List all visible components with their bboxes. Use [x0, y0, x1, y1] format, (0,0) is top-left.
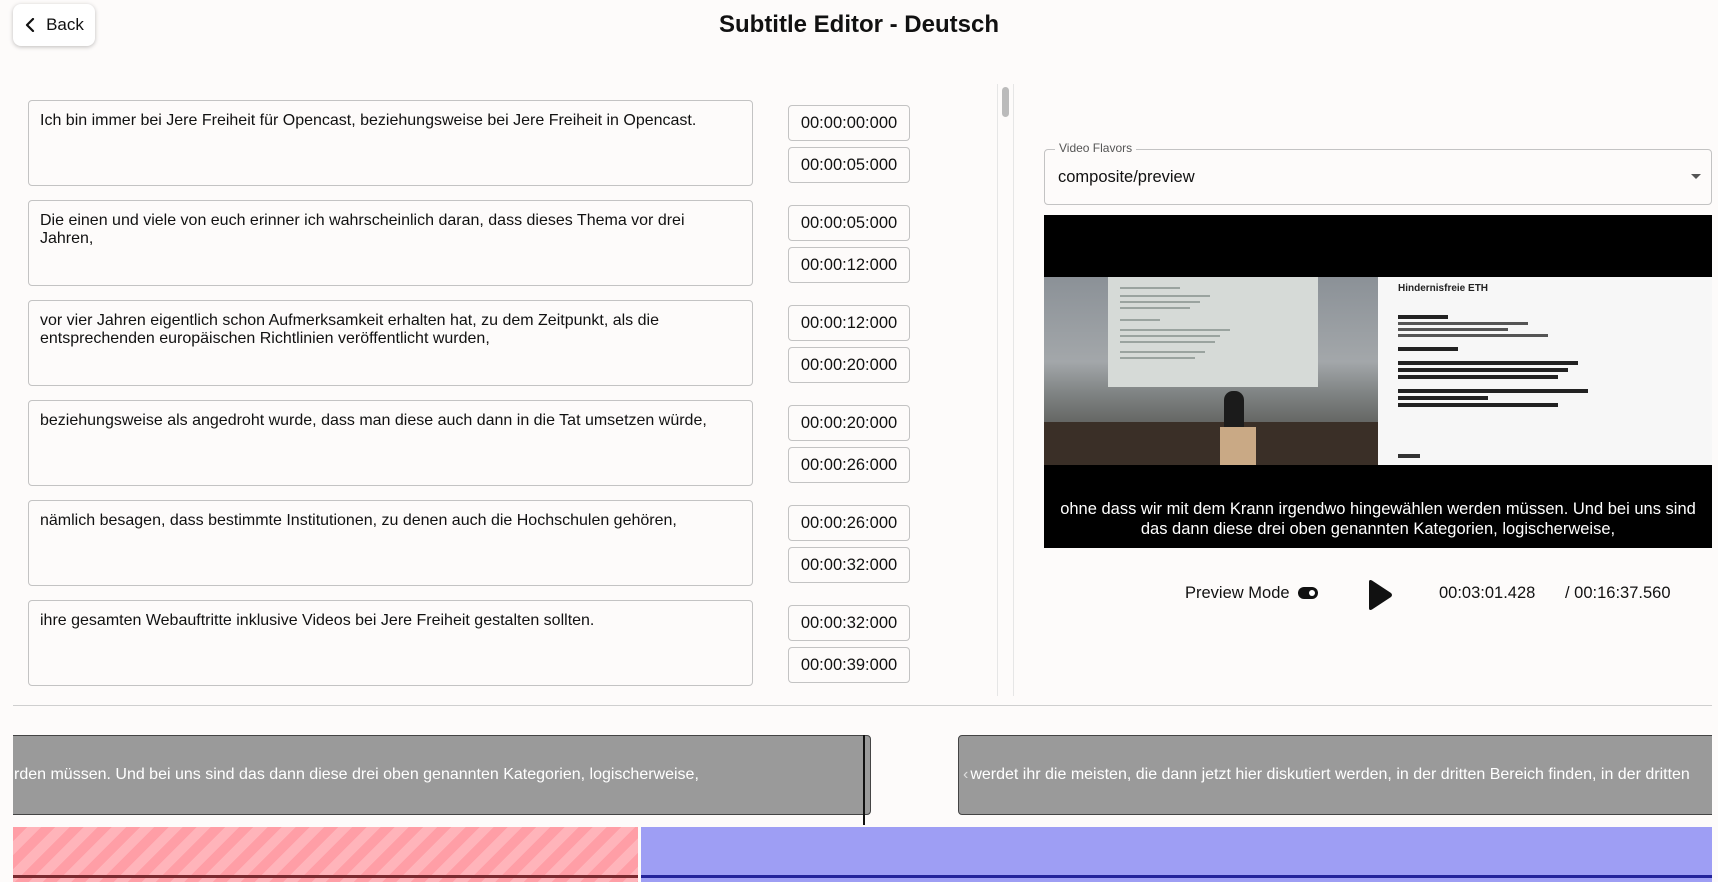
- segment-start-time[interactable]: 00:00:05:000: [788, 205, 910, 241]
- segment-start-time[interactable]: 00:00:00:000: [788, 105, 910, 141]
- timeline-segment-handle-icon[interactable]: ‹: [963, 766, 968, 784]
- segment-text-field[interactable]: nämlich besagen, dass bestimmte Institut…: [28, 500, 753, 586]
- segment-text-field[interactable]: Die einen und viele von euch erinner ich…: [28, 200, 753, 286]
- subtitle-segment: Ich bin immer bei Jere Freiheit für Open…: [28, 100, 910, 188]
- video-flavors-select[interactable]: Video Flavors composite/preview: [1044, 141, 1712, 205]
- dropdown-caret-icon: [1691, 174, 1701, 179]
- playhead[interactable]: [863, 735, 865, 825]
- subtitle-segment: Die einen und viele von euch erinner ich…: [28, 200, 910, 288]
- preview-mode-label: Preview Mode: [1185, 584, 1290, 602]
- segment-text-field[interactable]: Ich bin immer bei Jere Freiheit für Open…: [28, 100, 753, 186]
- video-flavors-label: Video Flavors: [1055, 141, 1137, 155]
- segment-start-time[interactable]: 00:00:12:000: [788, 305, 910, 341]
- video-caption: ohne dass wir mit dem Krann irgendwo hin…: [1060, 500, 1696, 538]
- current-time: 00:03:01.428: [1439, 584, 1536, 602]
- hall-floor: [1044, 422, 1378, 465]
- lecture-hall-image: [1044, 277, 1378, 465]
- section-divider: [13, 705, 1712, 706]
- timeline-segment-text: rden müssen. Und bei uns sind das dann d…: [14, 766, 699, 783]
- play-icon[interactable]: [1364, 578, 1394, 612]
- waveform-left: [13, 827, 638, 882]
- segment-text-field[interactable]: beziehungsweise als angedroht wurde, das…: [28, 400, 753, 486]
- total-time: / 00:16:37.560: [1565, 584, 1671, 602]
- segment-text-field[interactable]: ihre gesamten Webauftritte inklusive Vid…: [28, 600, 753, 686]
- timeline-segment[interactable]: ‹ werdet ihr die meisten, die dann jetzt…: [958, 735, 1712, 815]
- page-title: Subtitle Editor - Deutsch: [718, 11, 999, 38]
- slide-title: Hindernisfreie ETH: [1398, 283, 1489, 294]
- segment-end-time[interactable]: 00:00:12:000: [788, 247, 910, 283]
- podium: [1220, 427, 1256, 465]
- segment-end-time[interactable]: 00:00:05:000: [788, 147, 910, 183]
- scrollbar-thumb[interactable]: [1002, 87, 1009, 117]
- segment-end-time[interactable]: 00:00:39:000: [788, 647, 910, 683]
- eth-logo: [1398, 454, 1420, 458]
- subtitle-segment: beziehungsweise als angedroht wurde, das…: [28, 400, 910, 488]
- timeline[interactable]: rden müssen. Und bei uns sind das dann d…: [13, 735, 1712, 882]
- segment-end-time[interactable]: 00:00:20:000: [788, 347, 910, 383]
- segment-start-time[interactable]: 00:00:32:000: [788, 605, 910, 641]
- video-player[interactable]: Hindernisfreie ETH ohne dass wir mit dem…: [1044, 215, 1712, 548]
- video-frame: Hindernisfreie ETH: [1044, 277, 1712, 465]
- subtitle-segment: ihre gesamten Webauftritte inklusive Vid…: [28, 600, 910, 688]
- segment-list-scrollbar[interactable]: [997, 84, 1014, 696]
- waveform-right: [641, 827, 1712, 882]
- subtitle-segment: nämlich besagen, dass bestimmte Institut…: [28, 500, 910, 588]
- timeline-segment-text: werdet ihr die meisten, die dann jetzt h…: [970, 766, 1690, 783]
- presentation-slide: Hindernisfreie ETH: [1378, 277, 1712, 465]
- timeline-segment[interactable]: rden müssen. Und bei uns sind das dann d…: [13, 735, 871, 815]
- video-flavors-value: composite/preview: [1058, 168, 1195, 186]
- segment-start-time[interactable]: 00:00:26:000: [788, 505, 910, 541]
- preview-mode-toggle[interactable]: [1298, 587, 1318, 599]
- segment-text-field[interactable]: vor vier Jahren eigentlich schon Aufmerk…: [28, 300, 753, 386]
- segment-end-time[interactable]: 00:00:26:000: [788, 447, 910, 483]
- player-controls: Preview Mode 00:03:01.428 / 00:16:37.560: [1044, 575, 1712, 615]
- segment-start-time[interactable]: 00:00:20:000: [788, 405, 910, 441]
- projection-screen: [1108, 277, 1318, 387]
- subtitle-segment: vor vier Jahren eigentlich schon Aufmerk…: [28, 300, 910, 388]
- segment-end-time[interactable]: 00:00:32:000: [788, 547, 910, 583]
